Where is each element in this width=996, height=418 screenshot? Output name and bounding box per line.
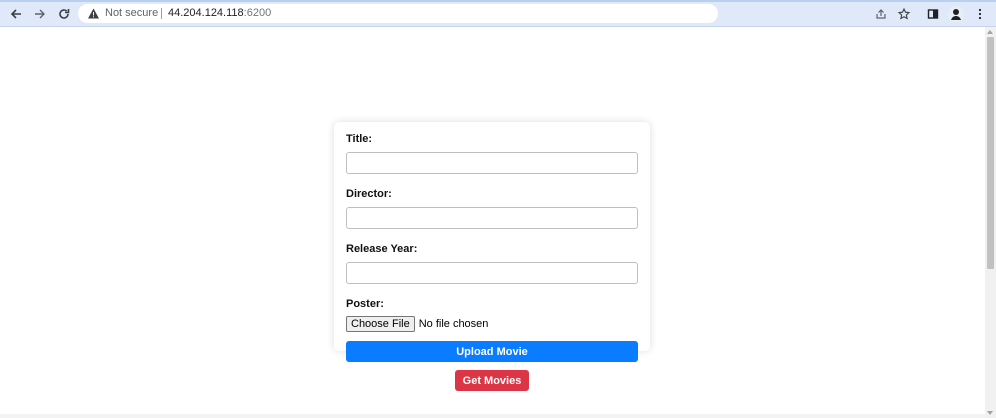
release-year-label: Release Year:	[346, 243, 418, 255]
poster-file-input[interactable]: Choose File No file chosen	[346, 316, 638, 332]
browser-toolbar: Not secure 44.204.124.118:6200	[0, 0, 996, 27]
poster-label: Poster:	[346, 298, 384, 310]
back-button[interactable]	[7, 5, 25, 23]
arrow-left-icon	[10, 9, 21, 19]
page-scrollbar[interactable]	[985, 27, 996, 418]
release-year-input[interactable]	[346, 262, 638, 284]
arrow-right-icon	[35, 9, 45, 19]
title-input[interactable]	[346, 152, 638, 174]
share-button[interactable]	[872, 5, 890, 23]
bookmark-button[interactable]	[895, 5, 913, 23]
scroll-down-icon[interactable]	[987, 411, 993, 415]
url-text[interactable]: 44.204.124.118:6200	[168, 7, 271, 19]
movie-upload-form: Title: Director: Release Year: Poster: C…	[334, 122, 650, 362]
star-icon	[898, 8, 910, 20]
director-label: Director:	[346, 188, 392, 200]
choose-file-button[interactable]: Choose File	[346, 316, 415, 332]
reload-button[interactable]	[55, 5, 73, 23]
toolbar-top-border	[0, 0, 996, 2]
share-icon	[876, 9, 886, 19]
side-panel-button[interactable]	[924, 5, 942, 23]
url-port: :6200	[243, 7, 272, 19]
url-host: 44.204.124.118	[168, 7, 244, 19]
forward-button[interactable]	[31, 5, 49, 23]
get-movies-button[interactable]: Get Movies	[455, 370, 529, 391]
page-bottom-edge	[0, 414, 985, 418]
profile-avatar-icon	[948, 6, 964, 22]
scroll-thumb[interactable]	[987, 37, 994, 269]
reload-icon	[59, 9, 70, 19]
profile-button[interactable]	[947, 5, 965, 23]
security-status[interactable]: Not secure	[105, 7, 158, 19]
title-label: Title:	[346, 133, 373, 145]
browser-menu-button[interactable]	[971, 5, 989, 23]
scroll-up-icon[interactable]	[987, 30, 993, 34]
side-panel-icon	[927, 9, 939, 19]
address-bar[interactable]: Not secure 44.204.124.118:6200	[78, 4, 718, 23]
kebab-menu-icon	[978, 8, 982, 20]
file-status-text: No file chosen	[418, 318, 489, 330]
upload-movie-button[interactable]: Upload Movie	[346, 341, 638, 362]
director-input[interactable]	[346, 207, 638, 229]
address-divider	[161, 8, 162, 19]
warning-icon	[88, 8, 99, 19]
